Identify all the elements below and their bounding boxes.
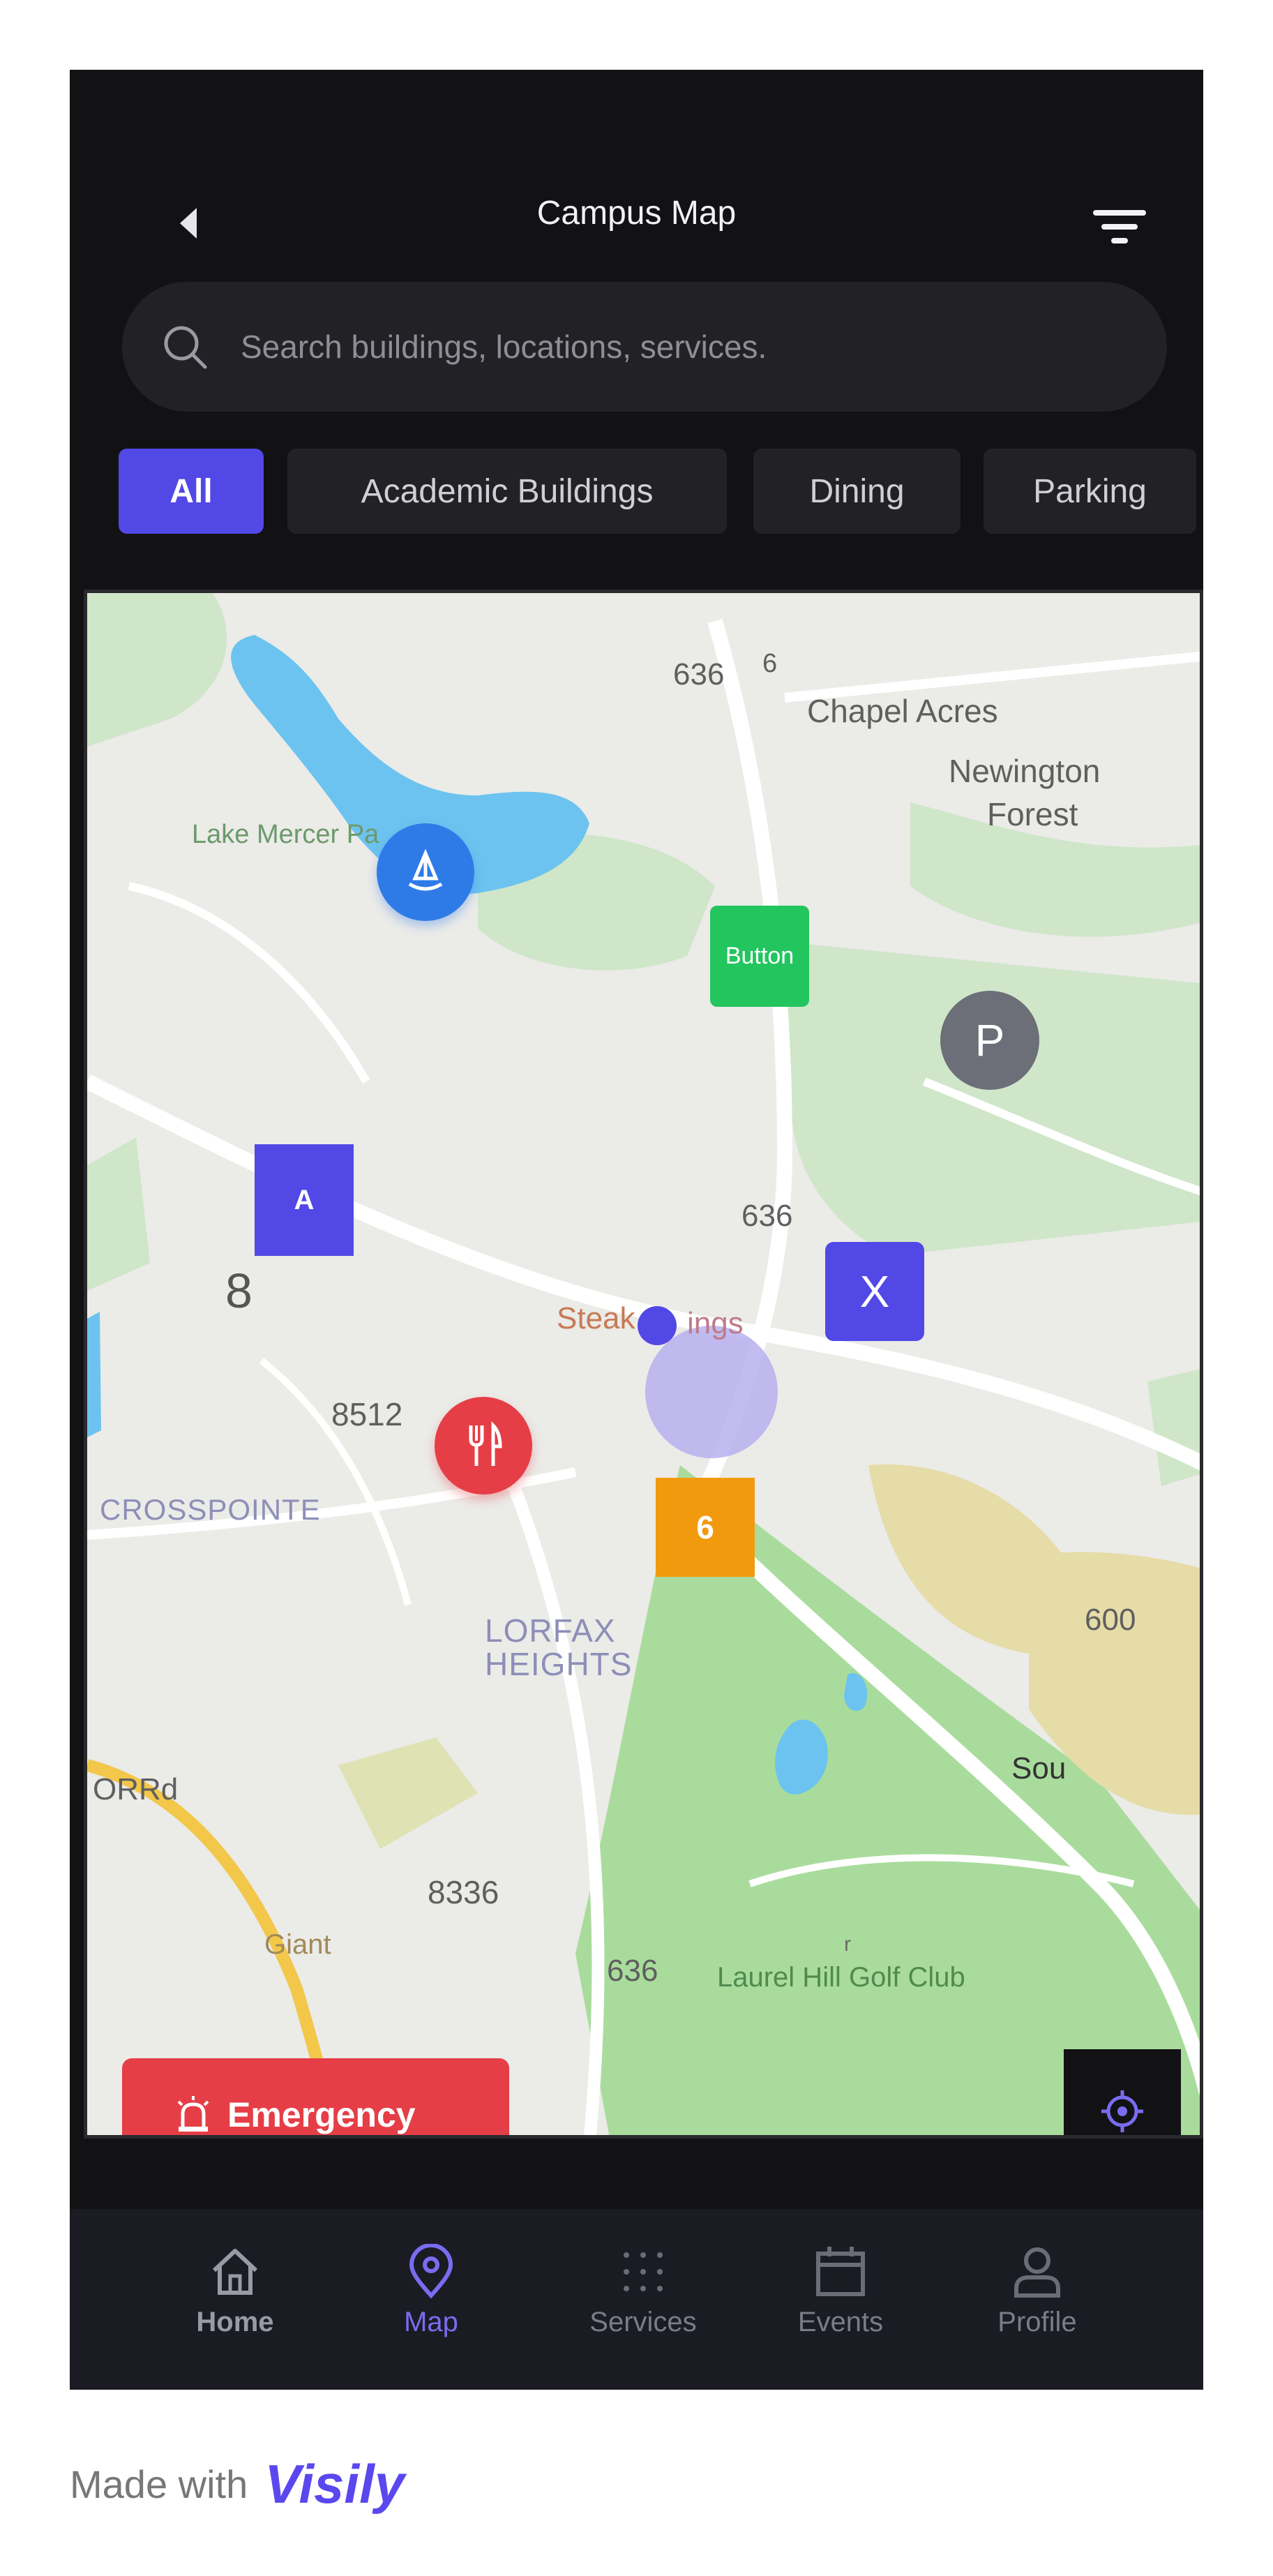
map-label-636-bottom: 636 bbox=[607, 1954, 658, 1988]
nav-label-profile: Profile bbox=[997, 2307, 1077, 2337]
map-label-orrd: ORRd bbox=[93, 1772, 179, 1806]
chip-all[interactable]: All bbox=[119, 449, 264, 534]
user-icon bbox=[1014, 2247, 1060, 2298]
nav-label-events: Events bbox=[797, 2307, 884, 2337]
map-label-636-top: 636 bbox=[673, 657, 725, 691]
map-button-marker[interactable]: Button bbox=[710, 906, 809, 1007]
nav-item-events[interactable]: Events bbox=[764, 2244, 917, 2369]
recreation-marker[interactable] bbox=[377, 823, 474, 921]
made-with-footer: Made with Visily bbox=[70, 2442, 405, 2526]
nav-label-home: Home bbox=[196, 2307, 274, 2337]
map-label-heights: HEIGHTS bbox=[485, 1646, 633, 1682]
nav-item-map[interactable]: Map bbox=[354, 2244, 508, 2369]
map-pin-icon bbox=[409, 2244, 453, 2299]
fork-knife-icon bbox=[469, 1421, 502, 1466]
map-label-crosspointe: CROSSPOINTE bbox=[100, 1493, 321, 1526]
map-label-8: 8 bbox=[225, 1264, 253, 1318]
bottom-navigation: Home Map Services Events Profile bbox=[70, 2209, 1203, 2390]
search-icon bbox=[164, 326, 207, 369]
chip-dining[interactable]: Dining bbox=[753, 449, 961, 534]
parking-label: P bbox=[974, 1015, 1005, 1065]
campus-map[interactable]: Chapel Acres Newington Forest Lake Merce… bbox=[84, 590, 1203, 2139]
map-label-forest: Forest bbox=[987, 796, 1078, 832]
close-marker-label: X bbox=[859, 1266, 890, 1317]
map-label-sou: Sou bbox=[1011, 1751, 1067, 1785]
search-input[interactable] bbox=[241, 317, 1113, 377]
map-label-things: ings bbox=[687, 1306, 744, 1340]
academic-label: A bbox=[294, 1184, 315, 1215]
parking-marker[interactable]: P bbox=[940, 991, 1039, 1090]
emergency-label: Emergency bbox=[227, 2095, 416, 2134]
dining-marker[interactable] bbox=[435, 1397, 532, 1495]
map-label-lake-mercer: Lake Mercer Pa bbox=[192, 820, 379, 849]
emergency-button[interactable]: Emergency bbox=[122, 2058, 509, 2135]
map-label-steak: Steak bbox=[557, 1301, 635, 1335]
numbered-marker-label: 6 bbox=[696, 1509, 714, 1545]
map-label-r: r bbox=[844, 1933, 851, 1956]
map-label-lorfax: LORFAX bbox=[485, 1612, 616, 1649]
boat-icon bbox=[408, 848, 443, 891]
map-label-600: 600 bbox=[1085, 1603, 1136, 1637]
phone-screen: Campus Map All Academic Buildings Dining… bbox=[70, 70, 1203, 2390]
nav-label-map: Map bbox=[404, 2307, 458, 2337]
visily-logo[interactable]: Visily bbox=[264, 2453, 405, 2516]
map-button-label: Button bbox=[725, 943, 794, 969]
nav-item-home[interactable]: Home bbox=[158, 2244, 312, 2369]
map-label-8336: 8336 bbox=[428, 1874, 499, 1910]
chip-parking[interactable]: Parking bbox=[984, 449, 1196, 534]
map-label-chapel-acres: Chapel Acres bbox=[807, 693, 998, 729]
map-label-8512: 8512 bbox=[331, 1396, 403, 1432]
nav-item-profile[interactable]: Profile bbox=[961, 2244, 1114, 2369]
numbered-marker[interactable]: 6 bbox=[656, 1478, 755, 1577]
calendar-icon bbox=[816, 2247, 865, 2296]
home-icon bbox=[212, 2249, 258, 2295]
close-marker[interactable]: X bbox=[825, 1242, 924, 1341]
nav-item-services[interactable]: Services bbox=[566, 2244, 720, 2369]
academic-building-marker[interactable]: A bbox=[255, 1144, 354, 1256]
made-with-text: Made with bbox=[70, 2462, 248, 2506]
nav-label-services: Services bbox=[589, 2307, 697, 2337]
filter-button[interactable] bbox=[1081, 188, 1158, 265]
map-label-laurel-hill: Laurel Hill Golf Club bbox=[717, 1962, 965, 1993]
map-label-giant: Giant bbox=[264, 1929, 331, 1960]
siren-icon bbox=[177, 2096, 209, 2132]
map-label-636-mid: 636 bbox=[741, 1199, 793, 1233]
crosshair-icon bbox=[1101, 2090, 1143, 2132]
locate-me-button[interactable] bbox=[1064, 2049, 1181, 2135]
map-label-newington: Newington bbox=[949, 753, 1101, 789]
page-title: Campus Map bbox=[536, 195, 737, 232]
top-app-bar: Campus Map bbox=[70, 70, 1203, 307]
map-label-6-top: 6 bbox=[762, 649, 778, 678]
grid-icon bbox=[624, 2252, 663, 2291]
chip-academic-buildings[interactable]: Academic Buildings bbox=[287, 449, 727, 534]
category-chips: All Academic Buildings Dining Parking bbox=[119, 449, 1203, 536]
search-bar bbox=[122, 282, 1167, 412]
filter-icon bbox=[1093, 210, 1146, 244]
